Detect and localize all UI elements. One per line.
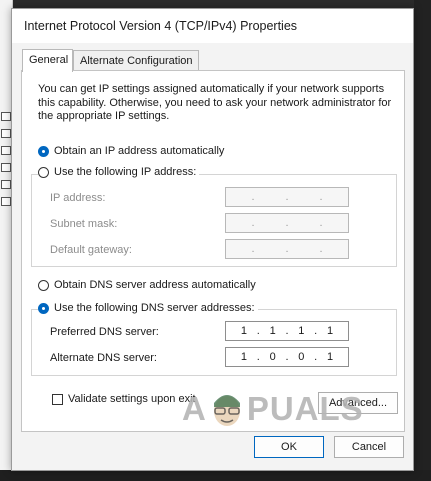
description-text: You can get IP settings assigned automat… bbox=[38, 83, 392, 122]
title-bar: Internet Protocol Version 4 (TCP/IPv4) P… bbox=[12, 9, 413, 43]
octet-separator: . bbox=[256, 325, 260, 337]
octet-separator: . bbox=[256, 351, 260, 363]
octet-separator: . bbox=[251, 217, 255, 229]
background-checkbox bbox=[1, 146, 11, 155]
dialog-title: Internet Protocol Version 4 (TCP/IPv4) P… bbox=[24, 19, 298, 33]
obtain-dns-auto-label: Obtain DNS server address automatically bbox=[54, 279, 256, 291]
octet-separator: . bbox=[285, 325, 289, 337]
tab-alternate-configuration[interactable]: Alternate Configuration bbox=[73, 50, 199, 71]
background-checkbox bbox=[1, 180, 11, 189]
octet-value: 0 bbox=[298, 351, 305, 363]
octet-value: 0 bbox=[269, 351, 276, 363]
radio-selected-icon bbox=[38, 302, 49, 314]
octet-separator: . bbox=[285, 351, 289, 363]
octet-separator: . bbox=[319, 243, 323, 255]
watermark-text-left: A bbox=[182, 390, 207, 427]
obtain-ip-auto-label: Obtain an IP address automatically bbox=[54, 145, 225, 157]
background-right-strip bbox=[414, 0, 431, 481]
alternate-dns-input[interactable]: 1. 0. 0. 1 bbox=[225, 347, 349, 367]
octet-value: 1 bbox=[298, 325, 305, 337]
octet-separator: . bbox=[314, 325, 318, 337]
octet-separator: . bbox=[251, 243, 255, 255]
subnet-mask-label: Subnet mask: bbox=[50, 218, 118, 230]
background-checkbox bbox=[1, 129, 11, 138]
octet-separator: . bbox=[319, 191, 323, 203]
preferred-dns-label: Preferred DNS server: bbox=[50, 326, 159, 338]
mascot-icon bbox=[213, 395, 240, 426]
octet-value: 1 bbox=[326, 351, 334, 363]
tab-general[interactable]: General bbox=[22, 49, 73, 72]
octet-separator: . bbox=[319, 217, 323, 229]
octet-separator: . bbox=[285, 243, 289, 255]
default-gateway-label: Default gateway: bbox=[50, 244, 132, 256]
validate-settings-checkbox[interactable]: Validate settings upon exit bbox=[52, 393, 196, 405]
use-following-dns-label: Use the following DNS server addresses: bbox=[54, 302, 255, 314]
background-checkbox bbox=[1, 112, 11, 121]
general-tab-panel: You can get IP settings assigned automat… bbox=[21, 70, 405, 432]
preferred-dns-input[interactable]: 1. 1. 1. 1 bbox=[225, 321, 349, 341]
obtain-dns-auto-radio[interactable]: Obtain DNS server address automatically bbox=[38, 279, 256, 291]
cancel-button[interactable]: Cancel bbox=[334, 436, 404, 458]
use-following-ip-radio[interactable]: Use the following IP address: bbox=[38, 166, 200, 178]
validate-settings-label: Validate settings upon exit bbox=[68, 393, 196, 405]
octet-value: 1 bbox=[240, 351, 247, 363]
octet-value: 1 bbox=[269, 325, 276, 337]
background-bottom-strip bbox=[0, 470, 431, 481]
use-following-dns-radio[interactable]: Use the following DNS server addresses: bbox=[38, 302, 258, 314]
background-checkbox bbox=[1, 197, 11, 206]
octet-separator: . bbox=[285, 217, 289, 229]
subnet-mask-input[interactable]: . . . bbox=[225, 213, 349, 233]
appuals-watermark: A PUALS bbox=[182, 379, 396, 439]
obtain-ip-auto-radio[interactable]: Obtain an IP address automatically bbox=[38, 145, 224, 157]
use-following-ip-label: Use the following IP address: bbox=[54, 166, 197, 178]
ip-address-input[interactable]: . . . bbox=[225, 187, 349, 207]
ip-address-label: IP address: bbox=[50, 192, 106, 204]
radio-unselected-icon bbox=[38, 279, 49, 291]
ok-button[interactable]: OK bbox=[254, 436, 324, 458]
octet-separator: . bbox=[285, 191, 289, 203]
background-checkbox bbox=[1, 163, 11, 172]
radio-unselected-icon bbox=[38, 166, 49, 178]
default-gateway-input[interactable]: . . . bbox=[225, 239, 349, 259]
octet-separator: . bbox=[314, 351, 318, 363]
octet-value: 1 bbox=[240, 325, 247, 337]
octet-value: 1 bbox=[326, 325, 334, 337]
background-top-strip bbox=[0, 0, 431, 8]
watermark-text-right: PUALS bbox=[246, 390, 364, 427]
checkbox-unchecked-icon bbox=[52, 393, 63, 405]
radio-selected-icon bbox=[38, 145, 49, 157]
alternate-dns-label: Alternate DNS server: bbox=[50, 352, 157, 364]
octet-separator: . bbox=[251, 191, 255, 203]
